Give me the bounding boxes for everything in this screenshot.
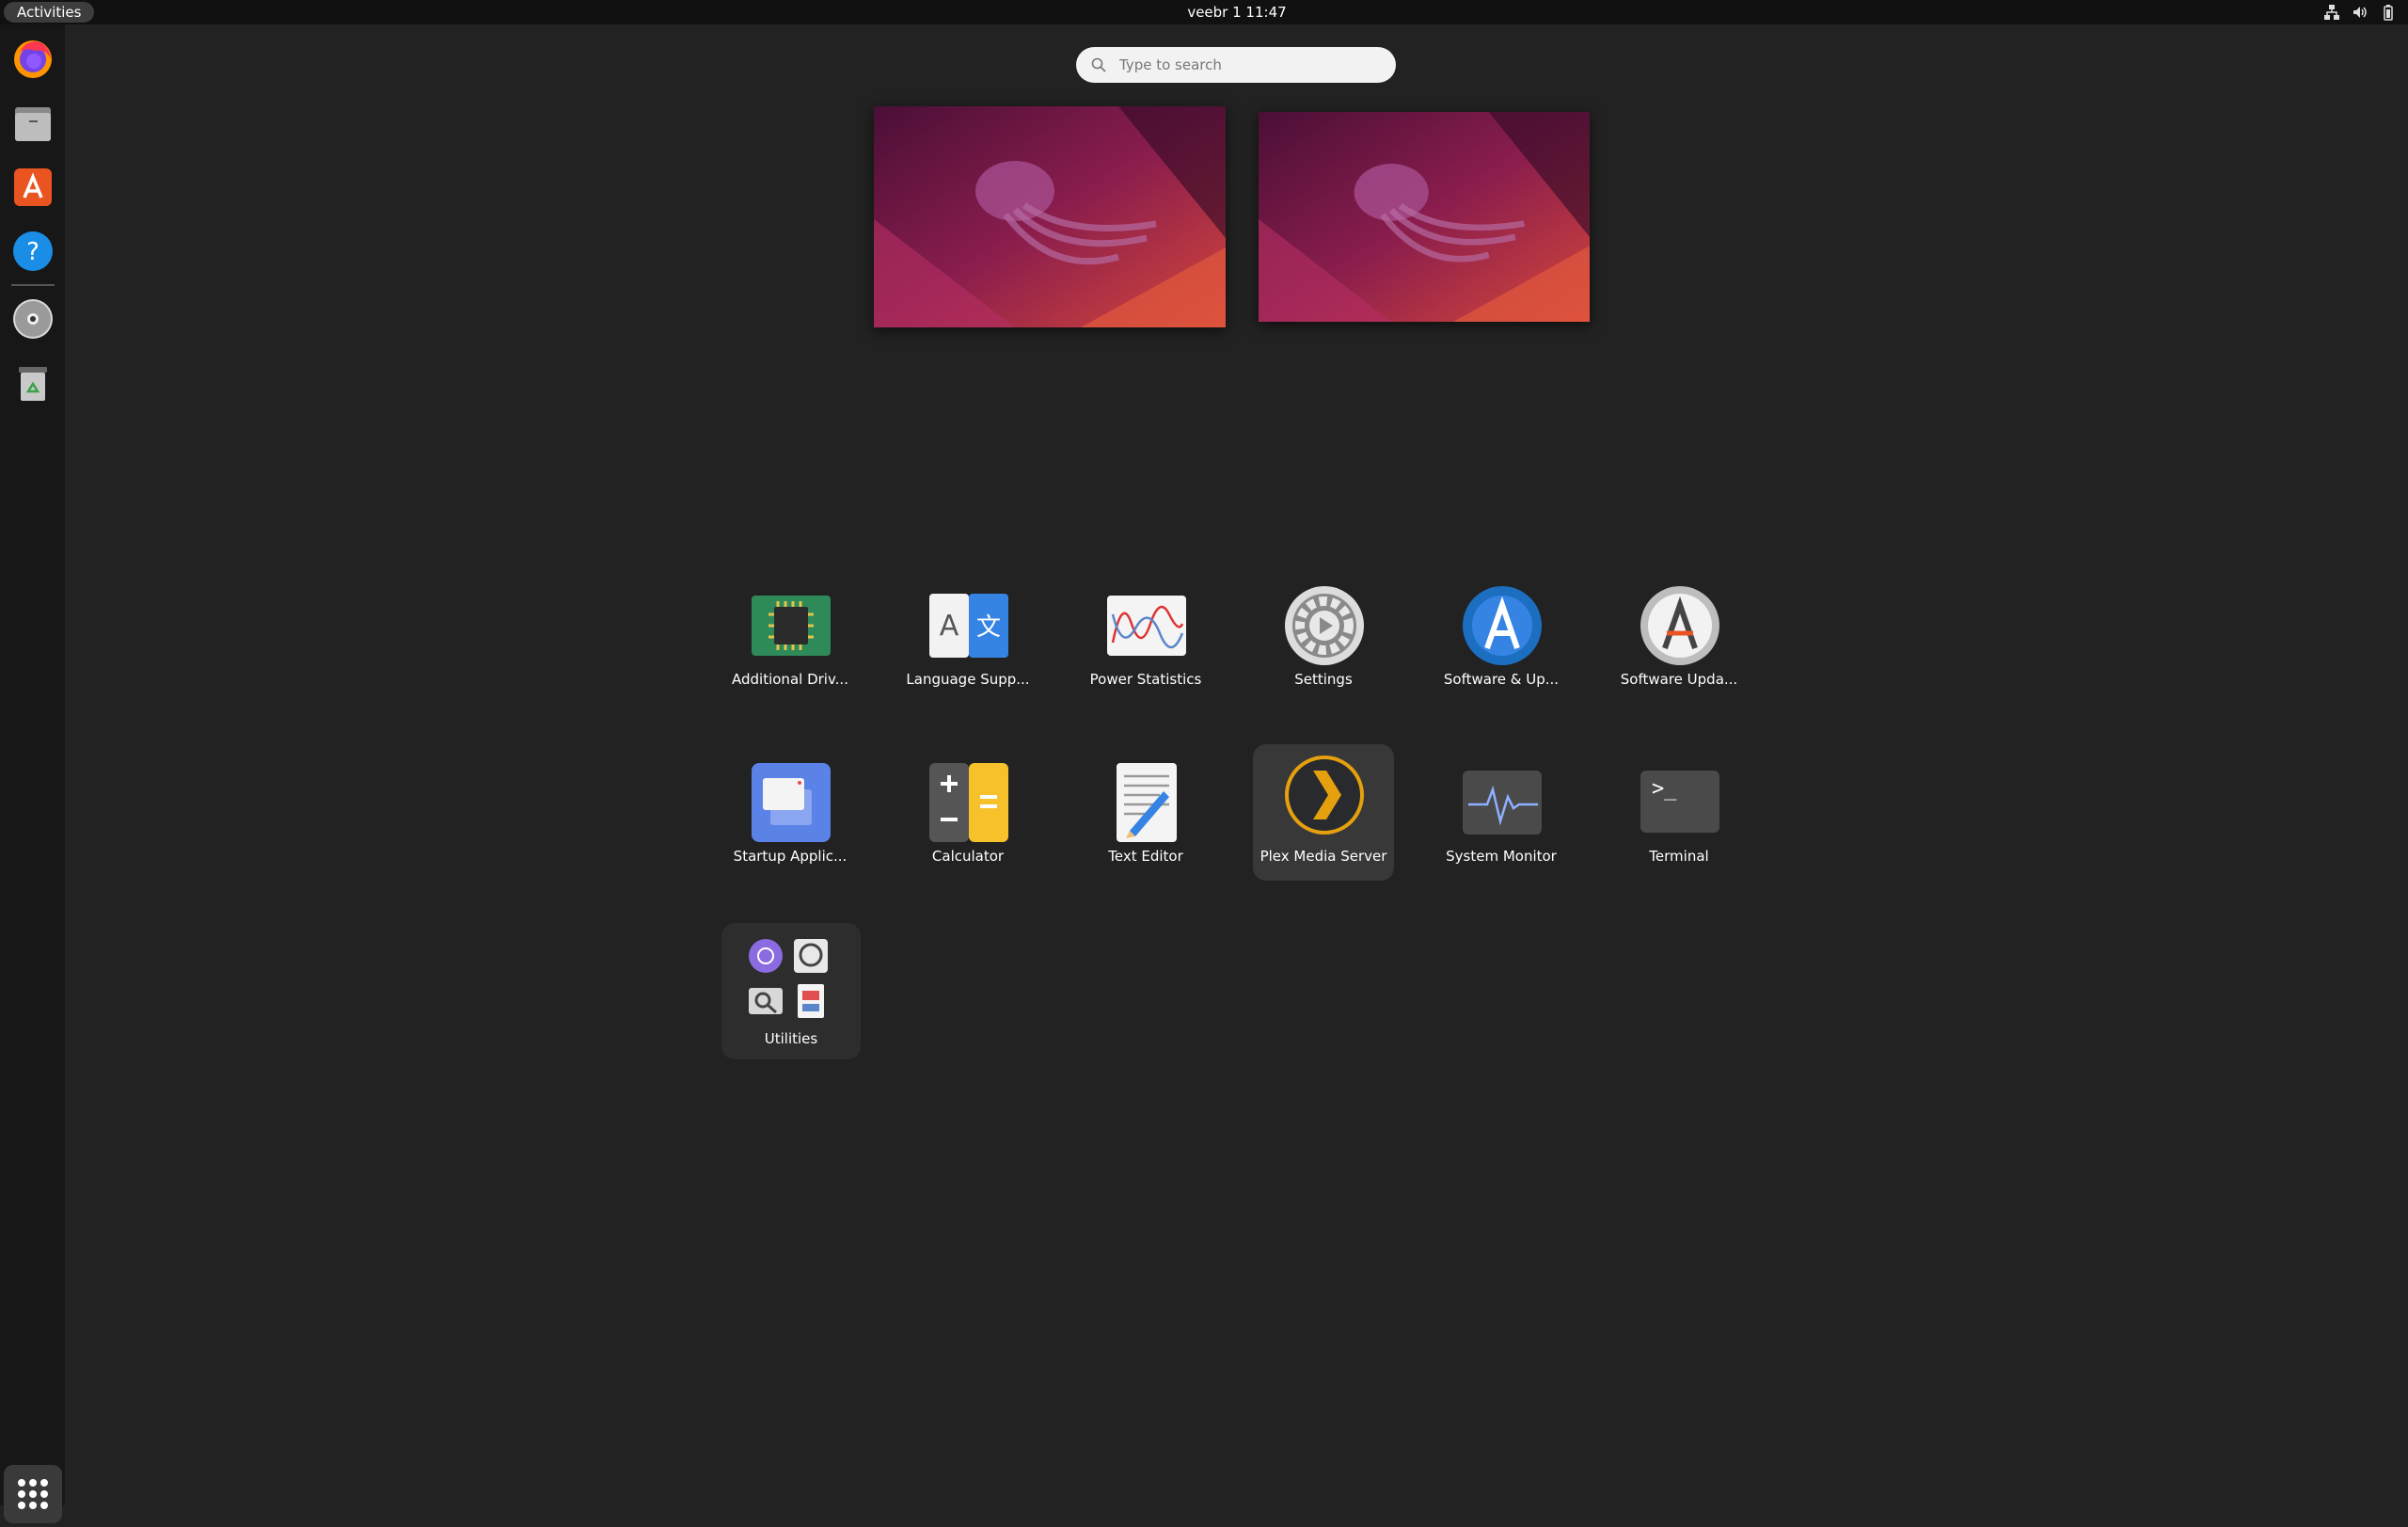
app-label: Software Upda... bbox=[1620, 671, 1738, 688]
workspace-thumbnail-1[interactable] bbox=[874, 106, 1226, 327]
app-plex-media-server[interactable]: Plex Media Server bbox=[1253, 744, 1394, 881]
network-icon[interactable] bbox=[2323, 4, 2340, 21]
show-apps-button[interactable] bbox=[4, 1465, 62, 1523]
app-startup-applications[interactable]: Startup Applic... bbox=[720, 752, 861, 888]
svg-text:A: A bbox=[940, 610, 959, 643]
files-icon[interactable] bbox=[8, 98, 58, 149]
app-label: System Monitor bbox=[1446, 848, 1557, 865]
app-software-updates[interactable]: Software & Up... bbox=[1431, 575, 1572, 711]
power-statistics-icon bbox=[1107, 596, 1186, 656]
search-input[interactable] bbox=[1117, 56, 1385, 74]
search-icon bbox=[1091, 57, 1106, 72]
top-bar: Activities veebr 1 11:47 bbox=[0, 0, 2408, 24]
calculator-icon bbox=[929, 763, 1008, 842]
app-additional-drivers[interactable]: Additional Driv... bbox=[720, 575, 861, 711]
language-icon: A 文 bbox=[929, 594, 1008, 658]
show-apps-icon bbox=[18, 1479, 48, 1509]
system-monitor-icon bbox=[1463, 771, 1542, 835]
terminal-icon: >_ bbox=[1640, 771, 1719, 833]
workspace-thumbnail-2[interactable] bbox=[1259, 112, 1590, 322]
app-label: Additional Driv... bbox=[732, 671, 848, 688]
app-language-support[interactable]: A 文 Language Supp... bbox=[897, 575, 1038, 711]
startup-icon bbox=[752, 763, 831, 842]
gear-icon bbox=[1285, 586, 1364, 665]
network-tool-icon bbox=[749, 939, 783, 973]
folder-utilities[interactable]: Utilities bbox=[721, 923, 861, 1059]
app-label: Terminal bbox=[1649, 848, 1709, 865]
dvd-icon[interactable] bbox=[8, 294, 58, 344]
app-calculator[interactable]: Calculator bbox=[897, 752, 1038, 888]
chip-icon bbox=[752, 596, 831, 656]
app-label: Power Statistics bbox=[1089, 671, 1202, 688]
software-updates-icon bbox=[1463, 586, 1542, 665]
volume-icon[interactable] bbox=[2352, 4, 2368, 21]
app-label: Software & Up... bbox=[1443, 671, 1560, 688]
document-viewer-icon bbox=[798, 984, 824, 1018]
software-updater-icon bbox=[1640, 586, 1719, 665]
svg-text:?: ? bbox=[26, 238, 40, 266]
app-system-monitor[interactable]: System Monitor bbox=[1431, 752, 1572, 888]
clock[interactable]: veebr 1 11:47 bbox=[0, 0, 2408, 24]
app-terminal[interactable]: >_ Terminal bbox=[1608, 752, 1750, 888]
folder-label: Utilities bbox=[764, 1030, 818, 1047]
dock: ? bbox=[0, 24, 65, 1523]
firefox-icon[interactable] bbox=[8, 34, 58, 85]
text-editor-icon bbox=[1117, 763, 1177, 842]
svg-text:文: 文 bbox=[976, 613, 1001, 642]
trash-icon[interactable] bbox=[8, 358, 58, 408]
disk-usage-icon bbox=[794, 939, 828, 973]
app-label: Text Editor bbox=[1108, 848, 1183, 865]
dock-separator bbox=[11, 284, 55, 286]
app-software-updater[interactable]: Software Upda... bbox=[1608, 575, 1750, 711]
app-label: Startup Applic... bbox=[733, 848, 848, 865]
app-label: Calculator bbox=[931, 848, 1005, 865]
image-viewer-icon bbox=[749, 988, 783, 1014]
svg-text:>_: >_ bbox=[1652, 777, 1677, 801]
app-label: Plex Media Server bbox=[1259, 848, 1387, 865]
battery-icon[interactable] bbox=[2380, 4, 2397, 21]
help-icon[interactable]: ? bbox=[8, 226, 58, 277]
system-tray[interactable] bbox=[2323, 4, 2397, 21]
search-bar[interactable] bbox=[1076, 47, 1396, 83]
app-label: Language Supp... bbox=[906, 671, 1030, 688]
app-center-icon[interactable] bbox=[8, 162, 58, 213]
app-label: Settings bbox=[1294, 671, 1353, 688]
app-text-editor[interactable]: Text Editor bbox=[1075, 752, 1216, 888]
app-power-statistics[interactable]: Power Statistics bbox=[1075, 575, 1216, 711]
plex-icon bbox=[1285, 756, 1364, 835]
app-settings[interactable]: Settings bbox=[1253, 575, 1394, 711]
